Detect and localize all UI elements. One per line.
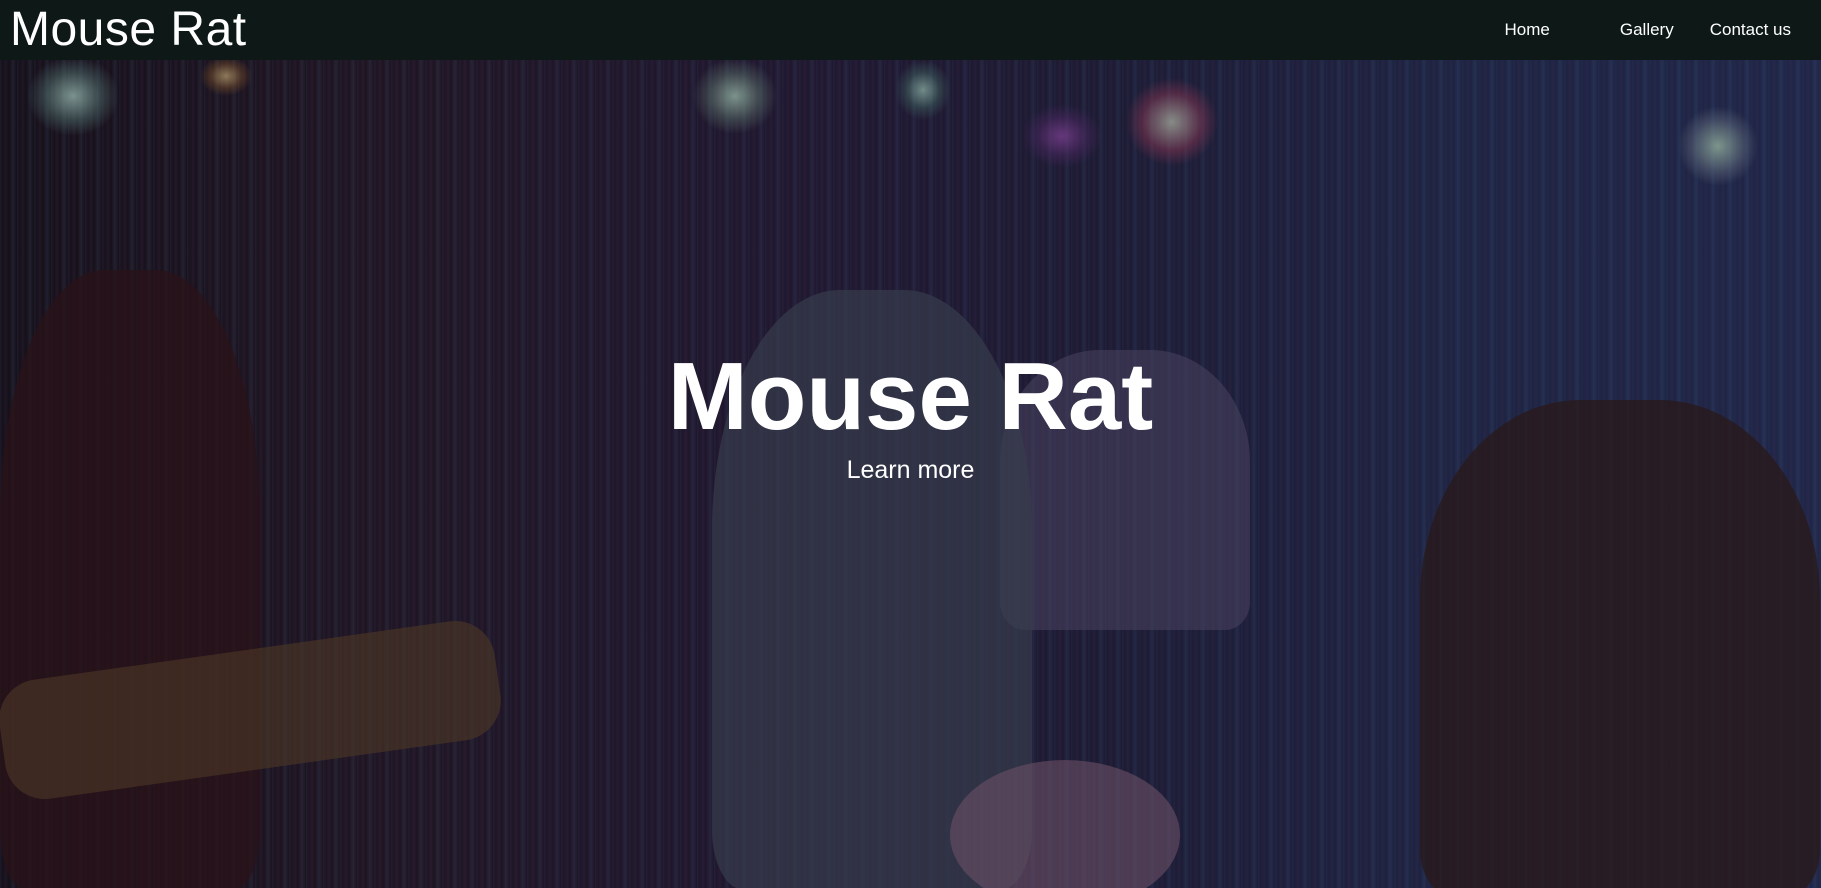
brand-logo-text[interactable]: Mouse Rat bbox=[10, 0, 247, 60]
nav-home-link[interactable]: Home bbox=[1487, 0, 1602, 60]
learn-more-link[interactable]: Learn more bbox=[847, 456, 975, 485]
nav-contact-link[interactable]: Contact us bbox=[1692, 0, 1809, 60]
top-navbar: Mouse Rat Home Gallery Contact us bbox=[0, 0, 1821, 60]
nav-links: Home Gallery Contact us bbox=[1487, 0, 1809, 60]
hero-title: Mouse Rat bbox=[667, 343, 1154, 450]
nav-gallery-link[interactable]: Gallery bbox=[1602, 0, 1692, 60]
hero-section: Mouse Rat Learn more bbox=[0, 60, 1821, 888]
hero-content: Mouse Rat Learn more bbox=[0, 60, 1821, 888]
